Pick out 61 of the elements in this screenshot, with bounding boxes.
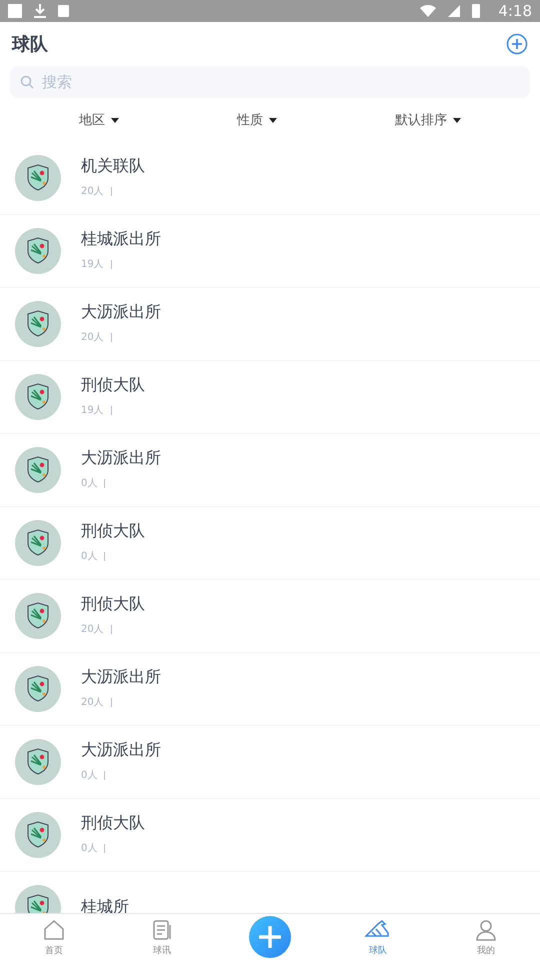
team-logo-icon: [15, 155, 61, 201]
wifi-icon: [420, 5, 436, 17]
team-name: 刑侦大队: [81, 594, 145, 615]
team-row[interactable]: 大沥派出所 0人: [0, 434, 540, 507]
member-count: 19人: [81, 404, 104, 417]
team-logo-icon: [15, 228, 61, 274]
team-row[interactable]: 大沥派出所 0人: [0, 726, 540, 799]
team-logo-icon: [15, 520, 61, 566]
member-count: 0人: [81, 550, 98, 563]
filter-dropdown[interactable]: 默认排序: [391, 109, 465, 131]
team-row[interactable]: 大沥派出所 20人: [0, 288, 540, 361]
member-count: 20人: [81, 623, 104, 636]
team-row[interactable]: 刑侦大队 0人: [0, 507, 540, 580]
home-icon: [42, 918, 66, 942]
member-count: 20人: [81, 185, 104, 198]
team-logo-icon: [15, 666, 61, 712]
team-name: 机关联队: [81, 156, 145, 177]
caret-icon: [453, 118, 461, 122]
person-icon: [474, 918, 498, 942]
team-row[interactable]: 刑侦大队 0人: [0, 799, 540, 872]
member-count: 20人: [81, 696, 104, 709]
member-count: 0人: [81, 769, 98, 782]
caret-icon: [111, 118, 119, 122]
team-name: 刑侦大队: [81, 521, 145, 542]
team-logo-icon: [15, 739, 61, 785]
add-icon[interactable]: [506, 33, 528, 55]
team-name: 大沥派出所: [81, 740, 161, 761]
filter-dropdown[interactable]: 地区: [75, 109, 123, 131]
team-logo-icon: [15, 374, 61, 420]
team-name: 大沥派出所: [81, 302, 161, 323]
team-row[interactable]: 机关联队 20人: [0, 142, 540, 215]
team-row[interactable]: 刑侦大队 20人: [0, 580, 540, 653]
status-time: 4:18: [498, 2, 532, 20]
add-button[interactable]: [249, 916, 291, 958]
search-field[interactable]: 搜索: [10, 66, 530, 98]
team-row[interactable]: 大沥派出所 20人: [0, 653, 540, 726]
team-row[interactable]: 刑侦大队 19人: [0, 361, 540, 434]
battery-icon: [472, 4, 480, 18]
team-logo-icon: [15, 447, 61, 493]
page-title: 球队: [12, 33, 48, 56]
caret-icon: [269, 118, 277, 122]
team-logo-icon: [15, 812, 61, 858]
signal-icon: [448, 5, 460, 17]
team-row[interactable]: 桂城派出所 19人: [0, 215, 540, 288]
member-count: 20人: [81, 331, 104, 344]
member-count: 0人: [81, 477, 98, 490]
team-name: 刑侦大队: [81, 813, 145, 834]
team-logo-icon: [15, 301, 61, 347]
team-name: 刑侦大队: [81, 375, 145, 396]
member-count: 19人: [81, 258, 104, 271]
team-name: 大沥派出所: [81, 448, 161, 469]
download-icon: [34, 4, 46, 18]
team-logo-icon: [15, 593, 61, 639]
plus-icon: [259, 926, 281, 948]
nav-tab[interactable]: 我的: [432, 918, 540, 956]
nav-tab[interactable]: 首页: [0, 918, 108, 956]
member-count: 0人: [81, 842, 98, 855]
team-name: 大沥派出所: [81, 667, 161, 688]
team-name: 桂城派出所: [81, 229, 161, 250]
nav-tab[interactable]: 球讯: [108, 918, 216, 956]
filter-dropdown[interactable]: 性质: [233, 109, 281, 131]
